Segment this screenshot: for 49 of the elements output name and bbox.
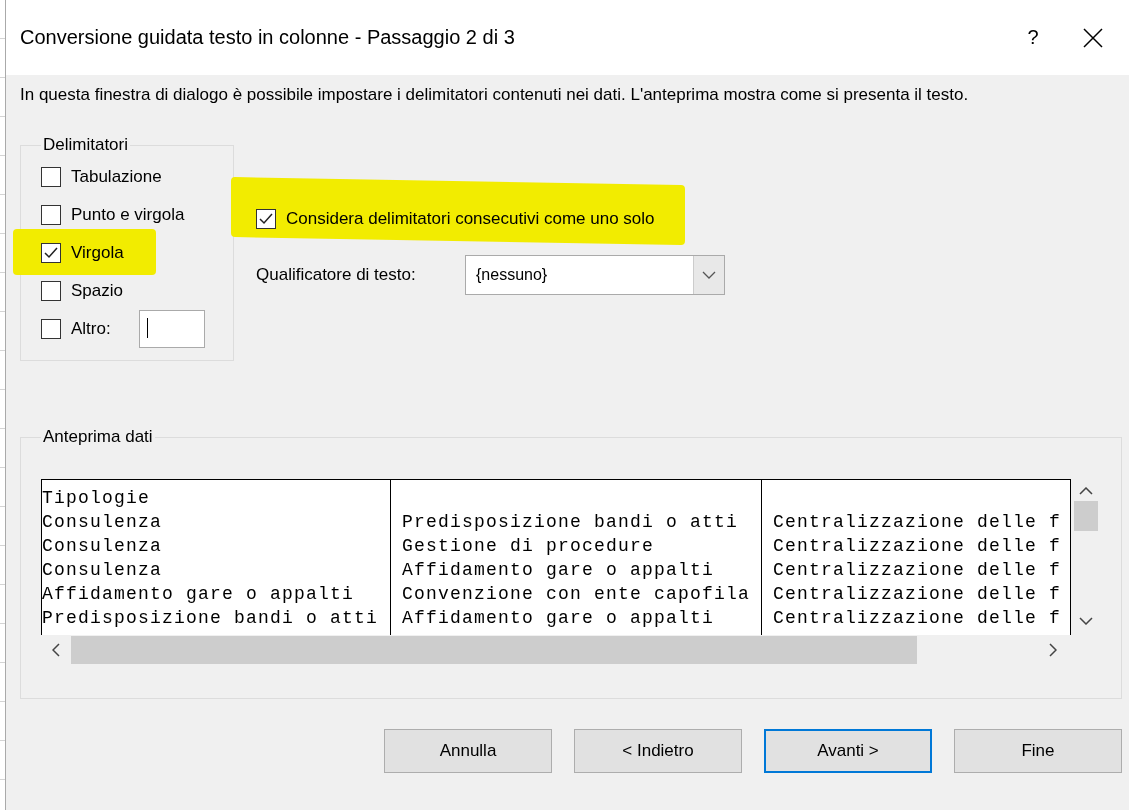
dialog-button[interactable]: Annulla [384, 729, 552, 773]
checkbox-label[interactable]: Virgola [71, 243, 124, 263]
description-text: In questa finestra di dialogo è possibile impostare i delimitatori contenuti nei dati. L'anteprima mostra come si presenta il testo. [19, 84, 970, 106]
preview-cell-text: Gestione di procedure [402, 535, 656, 558]
chevron-down-icon[interactable] [1079, 617, 1093, 625]
window-title: Conversione guidata testo in colonne - Passaggio 2 di 3 [20, 26, 516, 49]
dialog-button[interactable]: Avanti > [764, 729, 932, 773]
checkbox[interactable] [41, 205, 61, 225]
checkbox-label[interactable]: Considera delimitatori consecutivi come uno solo [286, 209, 655, 229]
checkbox[interactable] [41, 167, 61, 187]
dialog-button[interactable]: Fine [954, 729, 1122, 773]
checkmark-icon [44, 247, 58, 259]
preview-cell-text: Predisposizione bandi o atti [42, 607, 380, 630]
scrollbar-thumb[interactable] [71, 636, 917, 664]
checkbox-label[interactable]: Punto e virgola [71, 205, 185, 225]
dialog-button[interactable]: < Indietro [574, 729, 742, 773]
preview-cell-text: Centralizzazione delle f [773, 607, 1062, 630]
preview-cell-text: Centralizzazione delle f [773, 535, 1062, 558]
preview-cell-text: Centralizzazione delle f [773, 559, 1062, 582]
help-button[interactable]: ? [1003, 26, 1063, 49]
checkbox[interactable] [41, 319, 61, 339]
preview-cell-text: Centralizzazione delle f [773, 583, 1062, 606]
preview-cell-text: Consulenza [42, 535, 164, 558]
checkbox[interactable] [256, 209, 276, 229]
field-label: Qualificatore di testo: [256, 265, 417, 285]
checkbox[interactable] [41, 243, 61, 263]
checkbox-label[interactable]: Tabulazione [71, 167, 162, 187]
preview-cell-text: Affidamento gare o appalti [402, 607, 716, 630]
scrollbar-thumb[interactable] [1074, 501, 1098, 531]
chevron-up-icon[interactable] [1079, 487, 1093, 495]
close-icon[interactable] [1083, 27, 1103, 48]
preview-cell-text: Consulenza [42, 511, 164, 534]
checkbox[interactable] [41, 281, 61, 301]
chevron-down-icon [702, 271, 716, 279]
checkmark-icon [259, 213, 273, 225]
preview-cell-text: Affidamento gare o appalti [402, 559, 716, 582]
preview-cell-text: Consulenza [42, 559, 164, 582]
preview-cell-text: Predisposizione bandi o atti [402, 511, 740, 534]
preview-cell-text: Centralizzazione delle f [773, 511, 1062, 534]
chevron-left-icon[interactable] [52, 643, 60, 657]
checkbox-label[interactable]: Altro: [71, 319, 111, 339]
dropdown[interactable]: {nessuno} [465, 255, 725, 295]
preview-cell-text: Convenzione con ente capofila [402, 583, 752, 606]
checkbox-label[interactable]: Spazio [71, 281, 123, 301]
preview-cell-text: Tipologie [42, 487, 152, 510]
chevron-right-icon[interactable] [1049, 643, 1057, 657]
preview-cell-text: Affidamento gare o appalti [42, 583, 356, 606]
group-title: Delimitatori [42, 135, 130, 155]
group-title: Anteprima dati [42, 427, 154, 447]
